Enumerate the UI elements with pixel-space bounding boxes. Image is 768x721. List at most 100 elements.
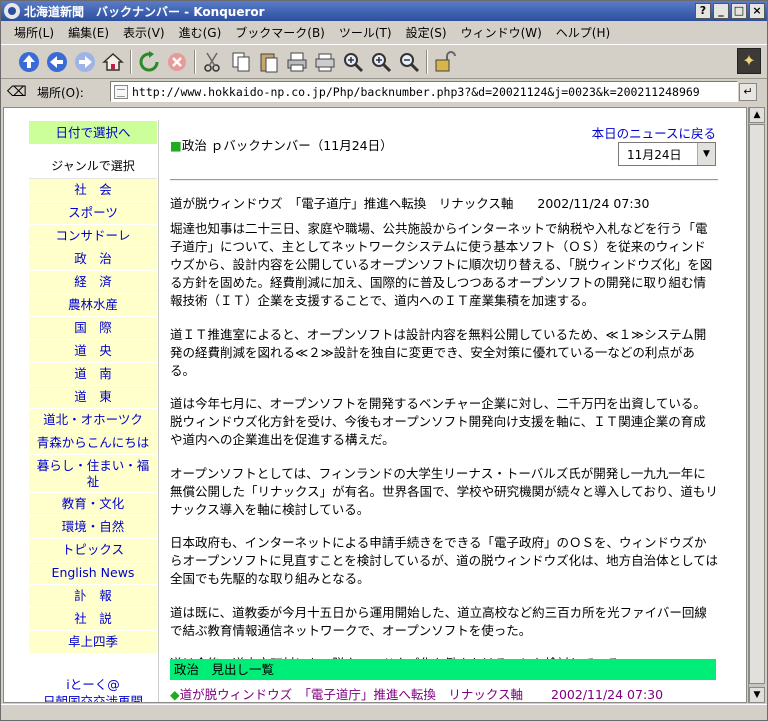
web-content: 日付で選択へ ジャンルで選択 社 会 スポーツ コンサドーレ 政 治 経 済 農… xyxy=(3,107,747,703)
article-paragraph: 道は今年七月に、オープンソフトを開発するベンチャー企業に対し、二千万円を出資して… xyxy=(170,396,706,447)
menu-go[interactable]: 進む(G) xyxy=(172,24,229,41)
toolbar-separator xyxy=(426,49,428,74)
nav-link-japan-nk-talks[interactable]: 日朝国交交渉再開 xyxy=(29,693,157,702)
reload-icon[interactable] xyxy=(135,48,163,76)
window-title: 北海道新聞 バックナンバー - Konqueror xyxy=(24,4,265,19)
konqueror-app-icon[interactable] xyxy=(4,3,20,19)
nav-item-editorial[interactable]: 社 説 xyxy=(29,608,157,631)
throbber-icon[interactable]: ✦ xyxy=(737,48,761,74)
list-item-title[interactable]: 道が脱ウィンドウズ 「電子道庁」推進へ転換 リナックス軸 xyxy=(180,687,523,702)
help-window-button[interactable]: ? xyxy=(695,3,711,19)
list-bullet: ◆ xyxy=(170,687,180,702)
stop-icon[interactable] xyxy=(163,48,191,76)
date-dropdown-value: 11月24日 xyxy=(627,147,682,162)
headline-list-item[interactable]: ◆道が脱ウィンドウズ 「電子道庁」推進へ転換 リナックス軸 2002/11/24 … xyxy=(170,684,664,702)
paste-icon[interactable] xyxy=(255,48,283,76)
print-icon[interactable] xyxy=(283,48,311,76)
nav-item-consadole[interactable]: コンサドーレ xyxy=(29,225,157,248)
article-paragraph: 日本政府も、インターネットによる申請手続きをできる「電子政府」のＯＳを、ウィンド… xyxy=(170,535,719,586)
article-paragraph: オープンソフトとしては、フィンランドの大学生リーナス・トーバルズ氏が開発し一九九… xyxy=(170,465,718,517)
page-icon xyxy=(114,84,128,99)
scroll-down-icon[interactable]: ▼ xyxy=(749,687,765,703)
nav-item-sports[interactable]: スポーツ xyxy=(29,202,157,225)
date-select-link[interactable]: 日付で選択へ xyxy=(29,121,157,144)
scroll-thumb[interactable] xyxy=(749,124,765,684)
close-button[interactable]: × xyxy=(749,3,765,19)
zoom-out-icon[interactable] xyxy=(395,48,423,76)
nav-item-politics[interactable]: 政 治 xyxy=(29,248,157,271)
headline-text: 道が脱ウィンドウズ 「電子道庁」推進へ転換 リナックス軸 xyxy=(170,196,514,211)
back-to-today-link[interactable]: 本日のニュースに戻る xyxy=(592,123,716,142)
status-bar xyxy=(1,704,767,720)
minimize-button[interactable]: _ xyxy=(713,3,729,19)
nav-item-economy[interactable]: 経 済 xyxy=(29,271,157,294)
article-paragraph: 堀達也知事は二十三日、家庭や職場、公共施設からインターネットで納税や入札などを行… xyxy=(170,221,713,308)
maximize-button[interactable]: □ xyxy=(731,3,747,19)
nav-item-international[interactable]: 国 際 xyxy=(29,317,157,340)
menu-edit[interactable]: 編集(E) xyxy=(61,24,116,41)
nav-item-doto[interactable]: 道 東 xyxy=(29,386,157,409)
scroll-up-icon[interactable]: ▲ xyxy=(749,107,765,123)
menu-bar: 場所(L) 編集(E) 表示(V) 進む(G) ブックマーク(B) ツール(T)… xyxy=(1,21,767,43)
nav-item-agriculture[interactable]: 農林水産 xyxy=(29,294,157,317)
article-body: 堀達也知事は二十三日、家庭や職場、公共施設からインターネットで納税や入札などを行… xyxy=(170,220,718,689)
article-paragraph: 道ＩＴ推進室によると、オープンソフトは設計内容を無料公開しているため、≪１≫シス… xyxy=(170,326,707,378)
breadcrumb-bullet: ■ xyxy=(170,138,182,153)
nav-item-dohoku[interactable]: 道北・オホーツク xyxy=(29,409,157,432)
nav-item-environment[interactable]: 環境・自然 xyxy=(29,516,157,539)
article-paragraph: 道は既に、道教委が今月十五日から運用開始した、道立高校など約三百カ所を光ファイバ… xyxy=(170,604,707,638)
konqueror-window: 北海道新聞 バックナンバー - Konqueror ? _ □ × 場所(L) … xyxy=(0,0,768,721)
toolbar-separator xyxy=(194,49,196,74)
back-icon[interactable] xyxy=(43,48,71,76)
clear-location-icon[interactable]: ⌫ xyxy=(7,83,27,101)
url-input[interactable]: http://www.hokkaido-np.co.jp/Php/backnum… xyxy=(110,81,738,102)
menu-location[interactable]: 場所(L) xyxy=(7,24,61,41)
print-frame-icon[interactable] xyxy=(311,48,339,76)
forward-icon[interactable] xyxy=(71,48,99,76)
menu-window[interactable]: ウィンドウ(W) xyxy=(454,24,549,41)
column-divider xyxy=(158,120,159,702)
main-toolbar xyxy=(1,44,767,79)
menu-bookmarks[interactable]: ブックマーク(B) xyxy=(228,24,332,41)
nav-item-topics[interactable]: トピックス xyxy=(29,539,157,562)
menu-help[interactable]: ヘルプ(H) xyxy=(549,24,617,41)
nav-item-takujo[interactable]: 卓上四季 xyxy=(29,631,157,654)
breadcrumb: ■政治 ｐバックナンバー（11月24日） xyxy=(170,135,393,154)
nav-link-italk[interactable]: iとーく@ xyxy=(29,676,157,693)
zoom-icon[interactable] xyxy=(367,48,395,76)
chevron-down-icon[interactable]: ▼ xyxy=(697,143,715,165)
up-icon[interactable] xyxy=(15,48,43,76)
nav-bottom-links: iとーく@ 日朝国交交渉再開 xyxy=(29,676,157,702)
vertical-scrollbar[interactable]: ▲ ▼ xyxy=(748,107,765,703)
breadcrumb-text: 政治 ｐバックナンバー（11月24日） xyxy=(181,138,393,153)
location-bar: ⌫ 場所(O): http://www.hokkaido-np.co.jp/Ph… xyxy=(1,80,767,104)
nav-item-english-news[interactable]: English News xyxy=(29,562,157,585)
article-headline: 道が脱ウィンドウズ 「電子道庁」推進へ転換 リナックス軸 2002/11/24 0… xyxy=(170,193,649,212)
nav-item-society[interactable]: 社 会 xyxy=(29,179,157,202)
genre-label: ジャンルで選択 xyxy=(29,153,157,179)
location-label: 場所(O): xyxy=(37,85,84,100)
date-dropdown[interactable]: 11月24日 ▼ xyxy=(618,142,716,166)
security-icon[interactable] xyxy=(431,48,459,76)
menu-tools[interactable]: ツール(T) xyxy=(332,24,399,41)
nav-item-education[interactable]: 教育・文化 xyxy=(29,493,157,516)
headline-list-header: 政治 見出し一覧 xyxy=(170,659,716,680)
copy-icon[interactable] xyxy=(227,48,255,76)
nav-item-living[interactable]: 暮らし・住まい・福祉 xyxy=(29,455,157,493)
url-text[interactable]: http://www.hokkaido-np.co.jp/Php/backnum… xyxy=(132,85,700,99)
toolbar-separator xyxy=(130,49,132,74)
nav-item-obituaries[interactable]: 訃 報 xyxy=(29,585,157,608)
title-bar[interactable]: 北海道新聞 バックナンバー - Konqueror ? _ □ × xyxy=(1,1,767,21)
list-item-date: 2002/11/24 07:30 xyxy=(551,687,664,702)
headline-date: 2002/11/24 07:30 xyxy=(537,196,650,211)
go-icon[interactable]: ↵ xyxy=(739,83,757,101)
cut-icon[interactable] xyxy=(199,48,227,76)
nav-item-aomori[interactable]: 青森からこんにちは xyxy=(29,432,157,455)
nav-item-doo[interactable]: 道 央 xyxy=(29,340,157,363)
menu-settings[interactable]: 設定(S) xyxy=(399,24,454,41)
zoom-in-icon[interactable] xyxy=(339,48,367,76)
home-icon[interactable] xyxy=(99,48,127,76)
menu-view[interactable]: 表示(V) xyxy=(116,24,172,41)
nav-item-donan[interactable]: 道 南 xyxy=(29,363,157,386)
divider xyxy=(170,179,718,181)
